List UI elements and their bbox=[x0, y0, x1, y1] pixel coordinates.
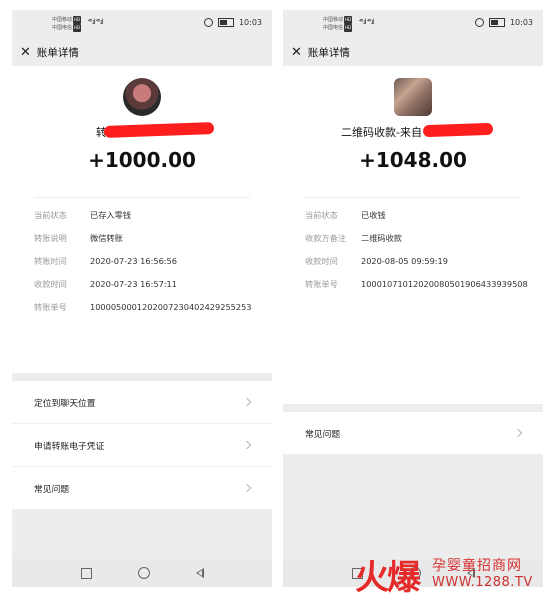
page-title: 账单详情 bbox=[36, 46, 79, 59]
detail-value: 已收钱 bbox=[361, 210, 386, 220]
watermark-brand: 火爆 bbox=[355, 558, 421, 598]
status-time: 10:03 bbox=[238, 18, 262, 27]
menu-item-locate-chat[interactable]: 定位到聊天位置 bbox=[12, 381, 272, 424]
system-nav-bar bbox=[12, 559, 272, 587]
details-list: 当前状态 已收钱 收款方备注 二维码收款 收款时间 2020-08-05 09:59:… bbox=[305, 209, 533, 301]
carrier-info: 中国移动 HD 中国电信 HD bbox=[323, 16, 353, 32]
status-bar: 中国移动 HD 中国电信 HD ⁴⁶.ıl ⁴⁶.ıl 10:03 bbox=[12, 10, 272, 38]
detail-value: 微信转账 bbox=[90, 233, 123, 243]
detail-label: 转账时间 bbox=[34, 256, 67, 266]
detail-label: 转账单号 bbox=[305, 279, 338, 289]
hd-badge: HD bbox=[344, 16, 353, 24]
nav-bar: ✕ 账单详情 bbox=[283, 38, 543, 66]
detail-label: 转账说明 bbox=[34, 233, 67, 243]
carrier-2: 中国电信 bbox=[323, 25, 344, 31]
chevron-right-icon bbox=[242, 397, 252, 407]
detail-row: 转账时间 2020-07-23 16:56:56 bbox=[34, 255, 262, 268]
signal-icon: ⁴⁶.ıl ⁴⁶.ıl bbox=[88, 18, 104, 26]
right-screenshot: 中国移动 HD 中国电信 HD ⁴⁶.ıl ⁴⁶.ıl 10:03 ✕ 账单详情 二… bbox=[283, 10, 543, 587]
nav-bar: ✕ 账单详情 bbox=[12, 38, 272, 66]
divider bbox=[305, 197, 521, 198]
carrier-1: 中国移动 bbox=[323, 17, 344, 23]
back-icon[interactable] bbox=[195, 568, 204, 578]
watermark: 火爆 孕婴童招商网 WWW.1288.TV bbox=[355, 552, 550, 598]
status-time: 10:03 bbox=[509, 18, 533, 27]
amount: +1048.00 bbox=[359, 148, 467, 172]
detail-label: 当前状态 bbox=[305, 210, 338, 220]
menu-item-faq[interactable]: 常见问题 bbox=[12, 467, 272, 509]
detail-row: 当前状态 已收钱 bbox=[305, 209, 533, 222]
close-icon[interactable]: ✕ bbox=[20, 46, 31, 59]
battery-icon bbox=[488, 18, 505, 27]
carrier-info: 中国移动 HD 中国电信 HD bbox=[52, 16, 82, 32]
detail-label: 收款时间 bbox=[34, 279, 67, 289]
detail-row: 转账单号 100010710120200805019064339395​08 bbox=[305, 278, 533, 291]
hd-badge: HD bbox=[344, 24, 353, 32]
hd-badge: HD bbox=[73, 24, 82, 32]
menu-label: 常见问题 bbox=[34, 484, 70, 495]
detail-value: 二维码收款 bbox=[361, 233, 402, 243]
recents-icon[interactable] bbox=[80, 567, 92, 579]
detail-label: 收款方备注 bbox=[305, 233, 346, 243]
detail-value: 2020-07-23 16:56:56 bbox=[90, 256, 177, 266]
menu-list: 定位到聊天位置 申请转账电子凭证 常见问题 bbox=[12, 381, 272, 509]
detail-value: 2020-07-23 16:57:11 bbox=[90, 279, 177, 289]
avatar bbox=[394, 78, 432, 116]
detail-row: 收款方备注 二维码收款 bbox=[305, 232, 533, 245]
detail-value: 2020-08-05 09:59:19 bbox=[361, 256, 448, 266]
alarm-icon bbox=[474, 18, 484, 27]
avatar bbox=[123, 78, 161, 116]
chevron-right-icon bbox=[513, 428, 523, 438]
page-title: 账单详情 bbox=[307, 46, 350, 59]
menu-item-e-voucher[interactable]: 申请转账电子凭证 bbox=[12, 424, 272, 467]
watermark-url: WWW.1288.TV bbox=[432, 575, 533, 590]
menu-label: 定位到聊天位置 bbox=[34, 398, 96, 409]
detail-value: 100010710120200805019064339395​08 bbox=[361, 279, 528, 289]
detail-row: 当前状态 已存入零钱 bbox=[34, 209, 262, 222]
menu-list: 常见问题 bbox=[283, 412, 543, 454]
hd-badge: HD bbox=[73, 16, 82, 24]
battery-icon bbox=[217, 18, 234, 27]
detail-row: 转账说明 微信转账 bbox=[34, 232, 262, 245]
left-screenshot: 中国移动 HD 中国电信 HD ⁴⁶.ıl ⁴⁶.ıl 10:03 ✕ 账单详情 转… bbox=[12, 10, 272, 587]
alarm-icon bbox=[203, 18, 213, 27]
details-list: 当前状态 已存入零钱 转账说明 微信转账 转账时间 2020-07-23 16:56:… bbox=[34, 209, 262, 324]
menu-item-faq[interactable]: 常见问题 bbox=[283, 412, 543, 454]
close-icon[interactable]: ✕ bbox=[291, 46, 302, 59]
detail-row: 收款时间 2020-08-05 09:59:19 bbox=[305, 255, 533, 268]
detail-row: 转账单号 1000050001202007230402429255253 bbox=[34, 301, 262, 314]
detail-label: 当前状态 bbox=[34, 210, 67, 220]
divider bbox=[34, 197, 250, 198]
menu-label: 常见问题 bbox=[305, 429, 341, 440]
watermark-site-name: 孕婴童招商网 bbox=[432, 558, 522, 574]
redaction-mark bbox=[422, 122, 494, 138]
status-bar: 中国移动 HD 中国电信 HD ⁴⁶.ıl ⁴⁶.ıl 10:03 bbox=[283, 10, 543, 38]
carrier-2: 中国电信 bbox=[52, 25, 73, 31]
detail-label: 收款时间 bbox=[305, 256, 338, 266]
detail-value: 1000050001202007230402429255253 bbox=[90, 302, 252, 312]
menu-label: 申请转账电子凭证 bbox=[34, 441, 105, 452]
chevron-right-icon bbox=[242, 440, 252, 450]
detail-value: 已存入零钱 bbox=[90, 210, 131, 220]
chevron-right-icon bbox=[242, 483, 252, 493]
carrier-1: 中国移动 bbox=[52, 17, 73, 23]
detail-row: 收款时间 2020-07-23 16:57:11 bbox=[34, 278, 262, 291]
signal-icon: ⁴⁶.ıl ⁴⁶.ıl bbox=[359, 18, 375, 26]
detail-label: 转账单号 bbox=[34, 302, 67, 312]
home-icon[interactable] bbox=[137, 567, 150, 579]
amount: +1000.00 bbox=[88, 148, 196, 172]
